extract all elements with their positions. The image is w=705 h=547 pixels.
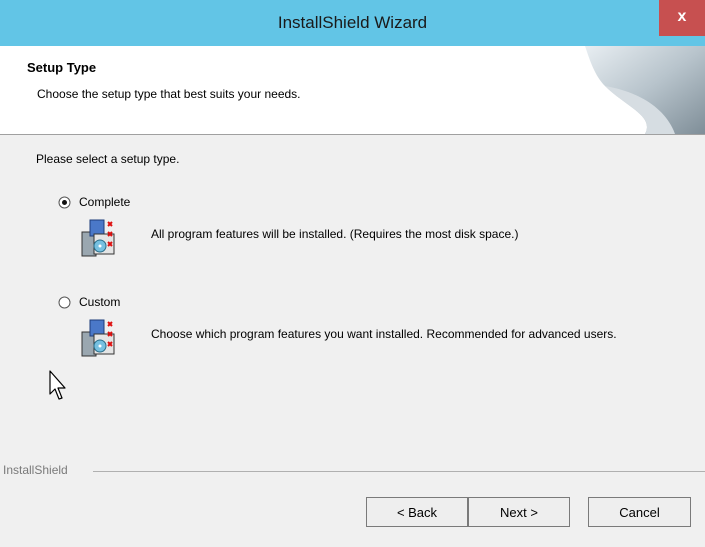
option-custom-label[interactable]: Custom — [79, 295, 120, 309]
page-title: Setup Type — [27, 60, 97, 75]
setup-type-prompt: Please select a setup type. — [36, 152, 180, 166]
radio-complete[interactable] — [58, 196, 71, 209]
radio-unselected-icon — [58, 296, 71, 309]
option-complete-label[interactable]: Complete — [79, 195, 130, 209]
footer-divider — [93, 471, 705, 472]
window-title: InstallShield Wizard — [277, 13, 428, 32]
page-curl-graphic — [585, 46, 705, 134]
title-bar[interactable]: InstallShield Wizard x — [0, 0, 705, 46]
option-complete-description: All program features will be installed. … — [151, 227, 519, 241]
next-button[interactable]: Next > — [468, 497, 570, 527]
radio-selected-icon — [58, 196, 71, 209]
radio-custom[interactable] — [58, 296, 71, 309]
install-package-icon — [81, 319, 115, 357]
mouse-cursor-icon — [49, 370, 66, 400]
close-icon: x — [677, 8, 687, 25]
install-package-icon — [81, 219, 115, 257]
close-button[interactable]: x — [659, 0, 705, 36]
back-button[interactable]: < Back — [366, 497, 468, 527]
wizard-header: Setup Type Choose the setup type that be… — [0, 46, 705, 135]
cancel-button[interactable]: Cancel — [588, 497, 691, 527]
page-subtitle: Choose the setup type that best suits yo… — [37, 87, 301, 101]
installshield-brand-label: InstallShield — [3, 463, 68, 477]
option-custom-description: Choose which program features you want i… — [151, 327, 617, 341]
installshield-wizard-window: InstallShield Wizard x Setup Type Choose… — [0, 0, 705, 547]
